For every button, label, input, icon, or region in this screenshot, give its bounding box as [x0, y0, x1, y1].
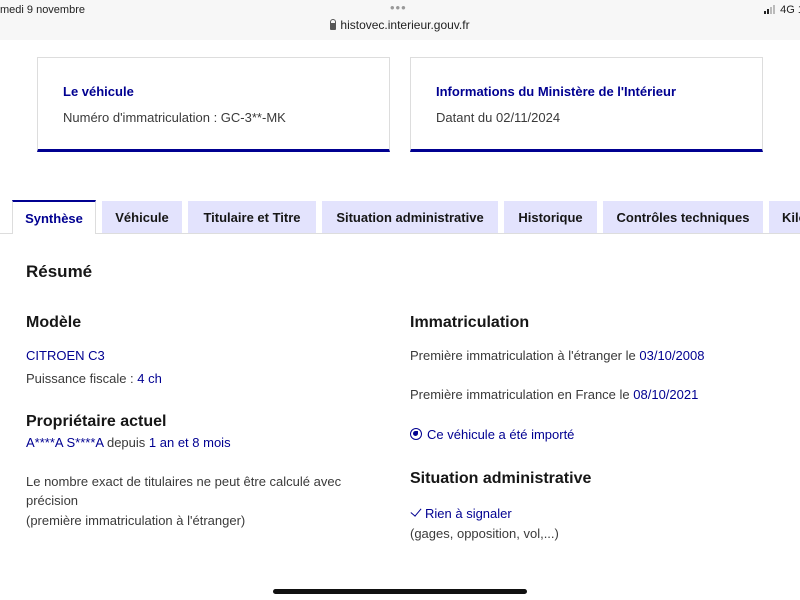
fiscal-power-value: 4 ch — [137, 371, 162, 386]
tab-synthese[interactable]: Synthèse — [12, 200, 96, 234]
ministry-card-title: Informations du Ministère de l'Intérieur — [436, 84, 677, 99]
network-label: 4G — [780, 4, 795, 16]
lock-icon — [330, 19, 337, 30]
owner-since-label: depuis — [106, 435, 146, 450]
status-bar: medi 9 novembre ••• histovec.interieur.g… — [0, 0, 800, 40]
ministry-card: Informations du Ministère de l'Intérieur… — [410, 57, 763, 152]
model-heading: Modèle — [26, 314, 82, 331]
model-name: CITROEN C3 — [26, 348, 105, 363]
tab-bar: Synthèse Véhicule Titulaire et Titre Sit… — [0, 200, 800, 234]
owner-heading: Propriétaire actuel — [26, 413, 167, 430]
admin-status: Rien à signaler — [410, 505, 512, 521]
admin-situation-heading: Situation administrative — [410, 470, 592, 487]
imported-link[interactable]: Ce véhicule a été importé — [410, 427, 574, 442]
owner-note-line2: précision — [26, 493, 79, 508]
registration-number: Numéro d'immatriculation : GC-3**-MK — [63, 110, 286, 125]
vehicle-card: Le véhicule Numéro d'immatriculation : G… — [37, 57, 390, 152]
first-registration-abroad: Première immatriculation à l'étranger le… — [410, 348, 704, 363]
owner-note-line1: Le nombre exact de titulaires ne peut êt… — [26, 474, 342, 489]
report-date: Datant du 02/11/2024 — [436, 110, 561, 125]
owner-duration: 1 an et 8 mois — [148, 435, 231, 450]
check-icon — [410, 505, 422, 517]
first-registration-france-label: Première immatriculation en France le — [410, 387, 630, 402]
first-registration-abroad-date: 03/10/2008 — [639, 348, 705, 363]
tab-situation-administrative[interactable]: Situation administrative — [322, 201, 498, 233]
first-registration-abroad-label: Première immatriculation à l'étranger le — [410, 348, 636, 363]
admin-status-label: Rien à signaler — [425, 506, 512, 521]
first-registration-france: Première immatriculation en France le 08… — [410, 387, 698, 402]
status-right: 4G 1 — [764, 4, 800, 17]
owner-name: A****A S****A — [26, 435, 104, 450]
globe-icon — [410, 428, 422, 440]
tab-controles-techniques[interactable]: Contrôles techniques — [603, 201, 763, 233]
summary-heading: Résumé — [26, 262, 93, 281]
more-dots-icon[interactable]: ••• — [390, 0, 407, 15]
tab-titulaire-titre[interactable]: Titulaire et Titre — [188, 201, 316, 233]
status-date: medi 9 novembre — [0, 4, 85, 16]
registration-heading: Immatriculation — [410, 314, 530, 331]
owner-note-line3: (première immatriculation à l'étranger) — [26, 513, 246, 528]
tab-kilometrage[interactable]: Kilo — [769, 201, 800, 233]
first-registration-france-date: 08/10/2021 — [633, 387, 699, 402]
address-bar[interactable]: histovec.interieur.gouv.fr — [0, 18, 800, 32]
signal-icon — [764, 5, 776, 17]
admin-status-details: (gages, opposition, vol,...) — [410, 526, 559, 541]
tab-historique[interactable]: Historique — [504, 201, 597, 233]
home-indicator[interactable] — [273, 589, 527, 594]
vehicle-card-title: Le véhicule — [63, 84, 134, 99]
owner-line: A****A S****A depuis 1 an et 8 mois — [26, 435, 231, 450]
tab-vehicule[interactable]: Véhicule — [102, 201, 182, 233]
url-text: histovec.interieur.gouv.fr — [340, 18, 470, 32]
fiscal-power: Puissance fiscale : 4 ch — [26, 371, 162, 386]
imported-label: Ce véhicule a été importé — [427, 427, 575, 442]
fiscal-power-label: Puissance fiscale : — [26, 371, 134, 386]
